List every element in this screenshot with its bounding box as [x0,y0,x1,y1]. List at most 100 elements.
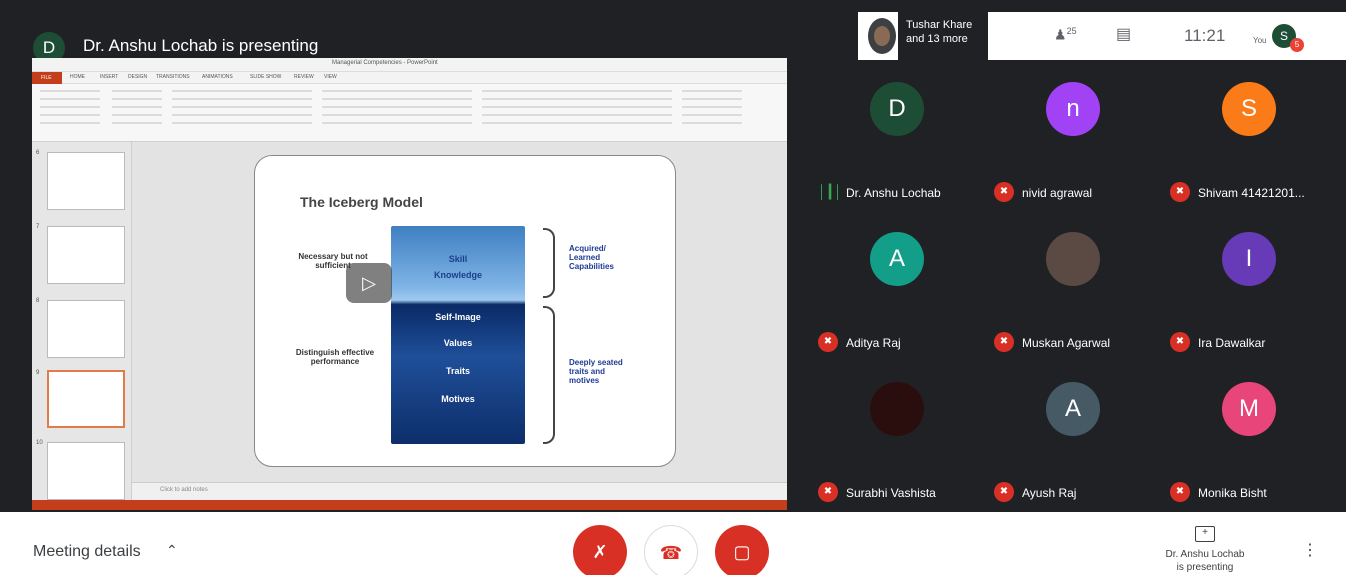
people-button[interactable]: ♟25 [1054,26,1077,44]
chat-icon[interactable]: ▤ [1116,24,1131,44]
participant-name: Ira Dawalkar [1198,336,1266,350]
ppt-notes: Click to add notes [132,482,787,500]
participant-tile[interactable]: M ✖ Monika Bisht [1162,360,1338,510]
mic-muted-icon: ✖ [1170,182,1190,202]
leave-call-button[interactable]: ☎ [644,525,698,575]
participant-name: Shivam 41421201... [1198,186,1305,200]
brace-top [543,228,555,298]
speaker-thumbnail [868,18,896,54]
label-acquired: Acquired/ Learned Capabilities [569,244,614,271]
participant-avatar: D [870,82,924,136]
slide-number: 10 [36,440,43,446]
iceberg-label: Skill [448,254,468,264]
participant-name: Ayush Raj [1022,486,1077,500]
ribbon-group [482,90,672,130]
participant-name: Dr. Anshu Lochab [846,186,941,200]
ppt-file-label: FILE [41,75,52,81]
ppt-window-title: Managerial Competencies - PowerPoint [332,60,438,66]
ppt-titlebar: Managerial Competencies - PowerPoint [32,58,787,72]
ppt-ribbon-tabs: HOME INSERT DESIGN TRANSITIONS ANIMATION… [32,72,787,84]
ppt-tab: ANIMATIONS [202,74,233,80]
label-deeply-seated: Deeply seated traits and motives [569,358,623,385]
participant-tile[interactable]: ✖ Muskan Agarwal [986,210,1162,360]
mic-off-icon: ✗ [592,542,608,562]
meet-app: D Dr. Anshu Lochab is presenting Manager… [0,0,1346,575]
participant-tile[interactable]: A ✖ Aditya Raj [810,210,986,360]
iceberg-label: Knowledge [433,270,482,280]
chevron-up-icon[interactable]: ⌃ [166,542,178,559]
mic-off-button[interactable]: ✗ [573,525,627,575]
participant-avatar: I [1222,232,1276,286]
ppt-statusbar [32,500,787,510]
slide-thumbnail [47,300,125,358]
summary-line1: Tushar Khare [906,19,973,31]
participant-tile[interactable]: A ✖ Ayush Raj [986,360,1162,510]
participant-tile[interactable]: n ✖ nivid agrawal [986,60,1162,210]
participant-grid: D │┃│ Dr. Anshu Lochab n ✖ nivid agrawal S ✖ Shi… [810,60,1346,512]
participant-tile[interactable]: S ✖ Shivam 41421201... [1162,60,1338,210]
slide-number: 7 [36,224,40,230]
participants-summary[interactable]: Tushar Khare and 13 more [898,12,988,60]
more-options-icon[interactable]: ⋮ [1302,540,1318,560]
camera-off-button[interactable]: ▢ [715,525,769,575]
you-label: You [1253,36,1267,45]
slide-thumbnail-selected [47,370,125,428]
iceberg-label: Self-Image [435,312,481,322]
participant-name: Surabhi Vashista [846,486,936,500]
pin-icon[interactable]: ▷ [346,263,392,303]
iceberg-label: Traits [445,366,470,376]
summary-line2: and 13 more [906,33,968,45]
mic-muted-icon: ✖ [818,332,838,352]
slide-thumbnail [47,152,125,210]
participant-tile[interactable]: D │┃│ Dr. Anshu Lochab [810,60,986,210]
camera-off-icon: ▢ [733,542,751,562]
participant-tile[interactable]: I ✖ Ira Dawalkar [1162,210,1338,360]
clock: 11:21 [1184,26,1226,45]
speaking-icon: │┃│ [818,184,843,199]
ppt-tab: TRANSITIONS [156,74,190,80]
ppt-tab: SLIDE SHOW [250,74,282,80]
present-line1: Dr. Anshu Lochab [1165,549,1245,560]
slide-thumbnail [47,226,125,284]
mic-muted-icon: ✖ [994,482,1014,502]
slide-thumbnails: 6 7 8 9 10 [32,142,132,500]
participant-avatar [870,382,924,436]
ppt-tab: INSERT [100,74,119,80]
slide-number: 9 [36,370,40,376]
participant-avatar [1046,232,1100,286]
participant-name: nivid agrawal [1022,186,1093,200]
mic-muted-icon: ✖ [1170,482,1190,502]
participant-name: Aditya Raj [846,336,901,350]
iceberg-label: Motives [441,394,475,404]
meeting-details-button[interactable]: Meeting details [33,543,141,561]
mic-muted-icon: ✖ [818,482,838,502]
participant-name: Monika Bisht [1198,486,1267,500]
people-count: 25 [1066,26,1077,36]
ppt-tab: VIEW [324,74,337,80]
meeting-stage: D Dr. Anshu Lochab is presenting Manager… [0,0,1346,512]
ppt-ribbon [32,84,787,142]
participant-avatar: M [1222,382,1276,436]
participant-tile[interactable]: ✖ Surabhi Vashista [810,360,986,510]
presentation-status-button[interactable]: + Dr. Anshu Lochab is presenting [1140,526,1270,574]
ppt-tab: HOME [70,74,85,80]
presentation-header: D Dr. Anshu Lochab is presenting [0,10,810,64]
notification-badge: 5 [1290,38,1304,52]
brace-bottom [543,306,555,444]
participant-name: Muskan Agarwal [1022,336,1111,350]
slide-number: 6 [36,150,40,156]
shared-screen[interactable]: Managerial Competencies - PowerPoint HOM… [32,58,787,510]
slide-number: 8 [36,298,40,304]
meet-bottombar: Meeting details ⌃ ✗ ☎ ▢ + Dr. Anshu Loch… [0,512,1346,575]
ribbon-group [172,90,312,130]
meet-topbar: Tushar Khare and 13 more ♟25 ▤ 11:21 You… [858,12,1346,60]
notes-placeholder: Click to add notes [160,487,208,493]
label-distinguish: Distinguish effective performance [295,348,375,366]
ribbon-group [682,90,742,130]
present-line2: is presenting [1176,562,1234,573]
participant-avatar: A [870,232,924,286]
current-slide: The Iceberg Model Necessary but not suff… [254,155,676,467]
iceberg-label: Values [443,338,473,348]
present-screen-icon: + [1195,526,1215,542]
iceberg-image: Skill Knowledge Self-Image Values Traits… [391,226,525,444]
